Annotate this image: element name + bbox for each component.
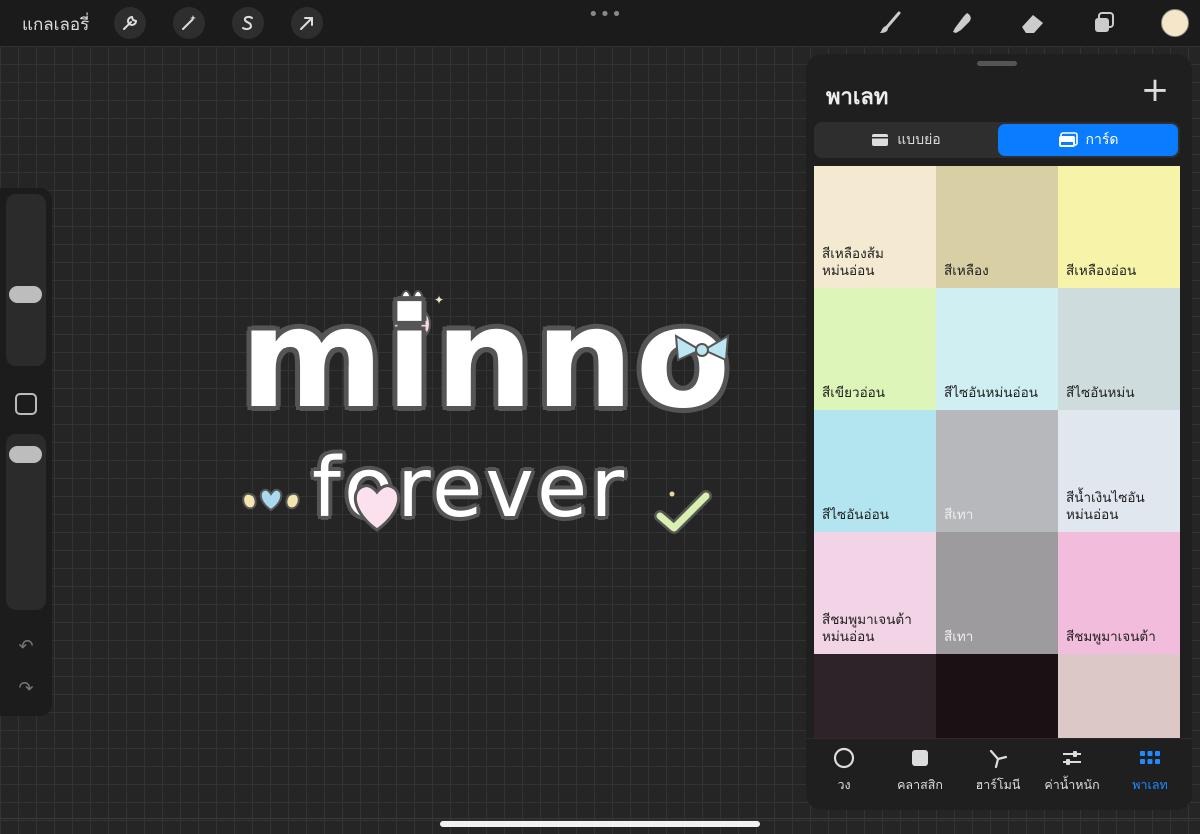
nav-harmony[interactable]: ฮาร์โมนี	[962, 745, 1034, 805]
view-compact-button[interactable]: แบบย่อ	[816, 124, 996, 156]
opacity-slider[interactable]	[6, 434, 46, 610]
palette-swatch-card[interactable]: สีเขียวอ่อน	[814, 288, 936, 410]
view-card-label: การ์ด	[1085, 132, 1119, 148]
nav-disc[interactable]: วง	[808, 745, 880, 805]
brush-size-slider[interactable]	[6, 194, 46, 366]
undo-icon[interactable]: ↶	[14, 636, 38, 657]
swatch-label: สีเหลืองอ่อน	[1066, 263, 1137, 280]
swatch-grid-scroll[interactable]: สีเหลืองส้ม หม่นอ่อนสีเหลือง สีเหลืองอ่อน…	[814, 166, 1180, 738]
color-bottom-nav: วง คลาสสิก ฮาร์โมนี ค่าน้ำหนัก พาเลท	[806, 738, 1192, 810]
home-indicator	[440, 821, 760, 827]
swatch-label: สีเขียวอ่อน	[822, 385, 886, 402]
palette-swatch-card[interactable]: สีเหลือง	[936, 166, 1058, 288]
art-text-minno: minno	[240, 278, 733, 439]
redo-icon[interactable]: ↷	[14, 678, 38, 699]
nav-disc-label: วง	[837, 777, 851, 792]
swatch-label: สีชมพูมาเจนต้า หม่นอ่อน	[822, 612, 912, 646]
palette-swatch-card[interactable]: สีเทา	[936, 532, 1058, 654]
nav-classic[interactable]: คลาสสิก	[884, 745, 956, 805]
swatch-grid: สีเหลืองส้ม หม่นอ่อนสีเหลือง สีเหลืองอ่อน…	[814, 166, 1180, 738]
winged-heart-sticker	[242, 488, 300, 512]
opacity-thumb[interactable]	[9, 446, 42, 463]
gallery-button[interactable]: แกลเลอรี่	[22, 11, 89, 38]
palette-swatch-card[interactable]: สีเทา	[936, 410, 1058, 532]
eraser-icon[interactable]	[1016, 7, 1048, 39]
palette-swatch-card[interactable]: สีไซอันอ่อน	[814, 410, 936, 532]
view-card-button[interactable]: การ์ด	[998, 124, 1178, 156]
nav-palettes[interactable]: พาเลท	[1114, 745, 1186, 805]
swatch-label: สีเหลืองส้ม หม่นอ่อน	[822, 246, 884, 280]
smudge-icon[interactable]	[946, 7, 978, 39]
palette-panel: พาเลท + แบบย่อ การ์ด สีเหลืองส้ม หม่นอ่อ…	[806, 54, 1192, 810]
wrench-icon[interactable]	[114, 7, 146, 39]
palette-swatch-card[interactable]	[936, 654, 1058, 738]
palette-swatch-card[interactable]: สีชมพูมาเจนต้า	[1058, 532, 1180, 654]
artwork: ✦ minno forever	[230, 280, 750, 560]
palette-swatch-card[interactable]: สีเหลืองอ่อน	[1058, 166, 1180, 288]
modify-button[interactable]	[15, 393, 37, 415]
palette-swatch-card[interactable]: สีไซอันหม่นอ่อน	[936, 288, 1058, 410]
brush-size-thumb[interactable]	[9, 286, 42, 303]
nav-value[interactable]: ค่าน้ำหนัก	[1036, 745, 1108, 805]
more-options-icon[interactable]: •••	[588, 4, 623, 25]
check-sticker	[654, 490, 712, 534]
bow-sticker	[674, 334, 730, 362]
palette-swatch-card[interactable]	[1058, 654, 1180, 738]
compact-view-icon	[872, 134, 889, 146]
nav-harmony-label: ฮาร์โมนี	[975, 777, 1021, 792]
transform-arrow-icon[interactable]	[291, 7, 323, 39]
grid-icon	[1137, 745, 1163, 771]
swatch-label: สีเหลือง	[944, 263, 989, 280]
brush-icon[interactable]	[874, 7, 906, 39]
swatch-label: สีไซอันอ่อน	[822, 507, 889, 524]
card-view-icon	[1058, 132, 1078, 147]
sliders-icon	[1059, 745, 1085, 771]
canvas-edge-line	[0, 818, 1200, 819]
panel-title: พาเลท	[826, 85, 889, 110]
classic-square-icon	[907, 745, 933, 771]
palette-swatch-card[interactable]: สีน้ำเงินไซอัน หม่นอ่อน	[1058, 410, 1180, 532]
view-mode-segmented: แบบย่อ การ์ด	[814, 122, 1180, 158]
selection-s-icon[interactable]	[232, 7, 264, 39]
nav-classic-label: คลาสสิก	[897, 777, 943, 792]
swatch-label: สีไซอันหม่น	[1066, 385, 1135, 402]
layers-icon[interactable]	[1088, 7, 1120, 39]
swatch-label: สีเทา	[944, 629, 974, 646]
swatch-label: สีเทา	[944, 507, 974, 524]
palette-swatch-card[interactable]	[814, 654, 936, 738]
pink-heart-sticker	[353, 484, 401, 532]
view-compact-label: แบบย่อ	[897, 132, 941, 148]
swatch-label: สีน้ำเงินไซอัน หม่นอ่อน	[1066, 490, 1145, 524]
swatch-label: สีไซอันหม่นอ่อน	[944, 385, 1038, 402]
top-toolbar: แกลเลอรี่ •••	[0, 0, 1200, 46]
panel-grabber[interactable]	[977, 61, 1017, 66]
swatch-label: สีชมพูมาเจนต้า	[1066, 629, 1156, 646]
add-palette-button[interactable]: +	[1140, 72, 1170, 108]
left-sidebar: ↶ ↷	[0, 188, 52, 716]
palette-swatch-card[interactable]: สีชมพูมาเจนต้า หม่นอ่อน	[814, 532, 936, 654]
nav-palettes-label: พาเลท	[1132, 777, 1168, 792]
current-color-button[interactable]	[1161, 9, 1189, 37]
harmony-icon	[985, 745, 1011, 771]
nav-value-label: ค่าน้ำหนัก	[1044, 777, 1100, 792]
magic-wand-icon[interactable]	[173, 7, 205, 39]
disc-icon	[831, 745, 857, 771]
palette-swatch-card[interactable]: สีเหลืองส้ม หม่นอ่อน	[814, 166, 936, 288]
palette-swatch-card[interactable]: สีไซอันหม่น	[1058, 288, 1180, 410]
